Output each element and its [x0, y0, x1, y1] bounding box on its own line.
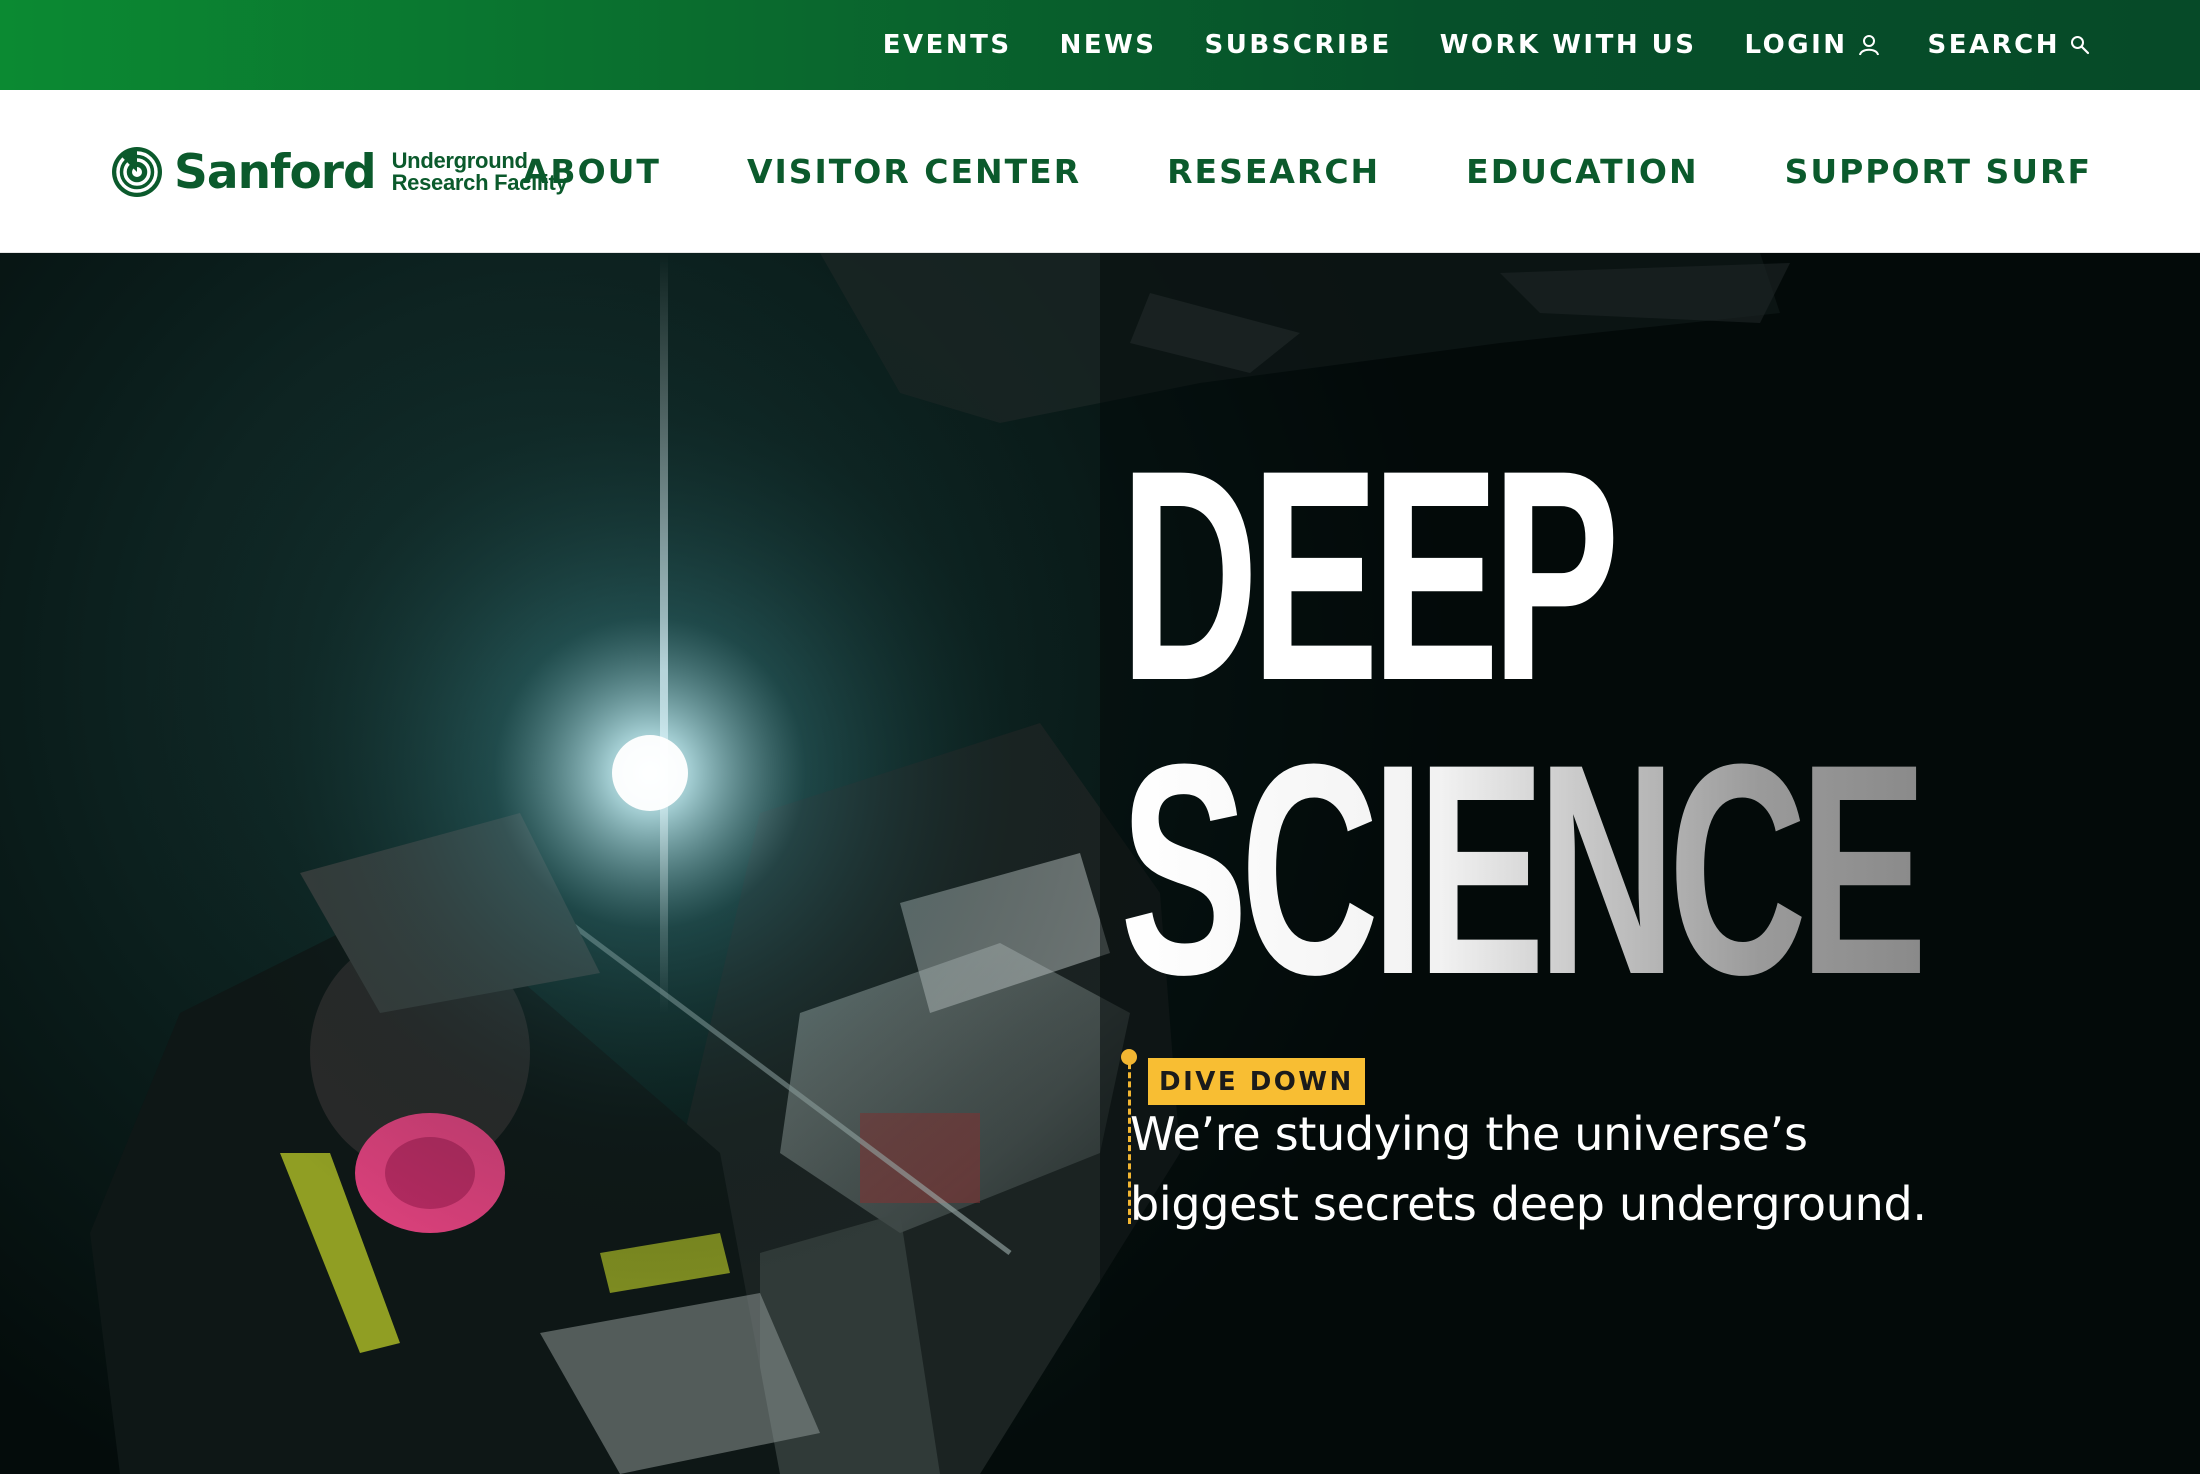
- search-label: SEARCH: [1927, 30, 2060, 60]
- nav-item-research[interactable]: RESEARCH: [1167, 152, 1380, 191]
- brand-name: Sanford: [174, 144, 377, 200]
- search-icon: [2070, 35, 2090, 55]
- main-nav: ABOUT VISITOR CENTER RESEARCH EDUCATION …: [437, 90, 2092, 253]
- nav-item-education[interactable]: EDUCATION: [1466, 152, 1698, 191]
- utility-bar: EVENTS NEWS SUBSCRIBE WORK WITH US LOGIN…: [0, 0, 2200, 90]
- login-link[interactable]: LOGIN: [1744, 30, 1879, 60]
- nav-item-about[interactable]: ABOUT: [523, 152, 661, 191]
- tagline-line-2: biggest secrets deep underground.: [1130, 1177, 1927, 1231]
- hero-headline: DEEP SCIENCE: [1120, 425, 2200, 1019]
- utility-link-label: NEWS: [1059, 30, 1157, 60]
- headline-line-2: SCIENCE: [1120, 701, 1927, 1037]
- utility-link-label: WORK WITH US: [1439, 30, 1697, 60]
- utility-link-news[interactable]: NEWS: [1060, 30, 1157, 60]
- utility-link-subscribe[interactable]: SUBSCRIBE: [1205, 30, 1392, 60]
- dive-down-track: [1128, 1054, 1131, 1224]
- sanford-logo-mark: [112, 147, 162, 197]
- dive-down-dot: [1121, 1049, 1137, 1065]
- nav-item-visitor-center[interactable]: VISITOR CENTER: [747, 152, 1081, 191]
- hero-section: DEEP SCIENCE We’re studying the universe…: [0, 253, 2200, 1474]
- search-link[interactable]: SEARCH: [1928, 30, 2090, 60]
- nav-item-support-surf[interactable]: SUPPORT SURF: [1785, 152, 2092, 191]
- utility-link-work-with-us[interactable]: WORK WITH US: [1440, 30, 1697, 60]
- utility-link-label: SUBSCRIBE: [1204, 30, 1392, 60]
- main-header: Sanford Underground Research Facility AB…: [0, 90, 2200, 253]
- utility-link-label: EVENTS: [882, 30, 1012, 60]
- login-label: LOGIN: [1744, 30, 1848, 60]
- utility-link-events[interactable]: EVENTS: [883, 30, 1012, 60]
- headline-line-1: DEEP: [1120, 407, 1620, 743]
- tagline-line-1: We’re studying the universe’s: [1130, 1107, 1808, 1161]
- dive-down-button[interactable]: DIVE DOWN: [1148, 1058, 1365, 1105]
- hero-tagline: We’re studying the universe’s biggest se…: [1130, 1099, 2030, 1239]
- user-icon: [1858, 34, 1880, 56]
